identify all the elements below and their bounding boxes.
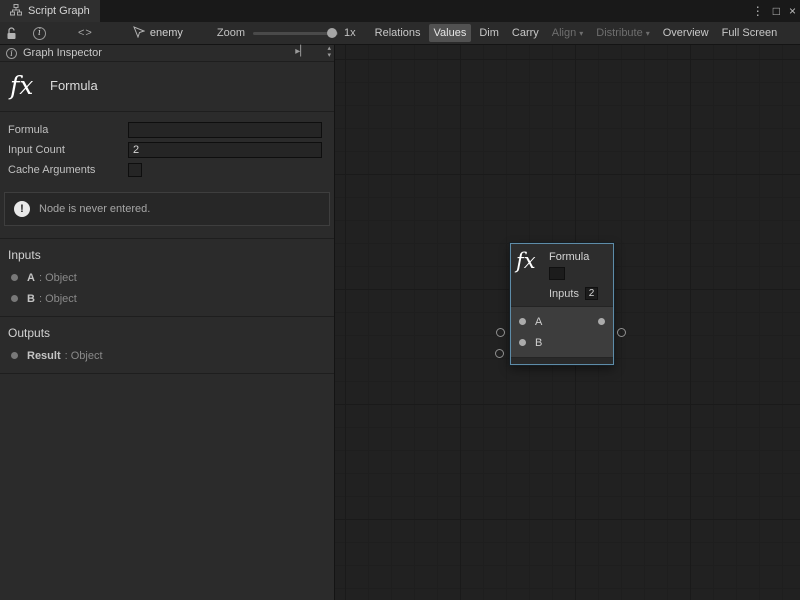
port-dot xyxy=(11,295,18,302)
input-port-row-a: A : Object xyxy=(0,267,334,288)
zoom-slider-track[interactable] xyxy=(253,32,338,35)
close-icon[interactable]: × xyxy=(789,4,796,18)
info-icon: i xyxy=(6,48,17,59)
node-formula-input[interactable] xyxy=(549,267,565,280)
lock-icon[interactable] xyxy=(6,27,17,40)
outputs-section: Outputs Result : Object xyxy=(0,316,334,374)
inspector-fields: Formula Input Count Cache Arguments xyxy=(0,112,334,184)
formula-field-row: Formula xyxy=(0,120,334,140)
port-dot xyxy=(11,352,18,359)
inspector-title: Graph Inspector xyxy=(23,47,102,59)
graph-target[interactable]: enemy xyxy=(133,26,183,41)
port-dot xyxy=(11,274,18,281)
port-type: : Object xyxy=(65,350,103,362)
unit-title-block: fx Formula xyxy=(0,62,334,112)
port-type: : Object xyxy=(39,293,77,305)
scroll-down-icon[interactable]: ▾ xyxy=(327,52,331,59)
dock-icon[interactable]: ▸▏ xyxy=(295,46,308,57)
overview-button[interactable]: Overview xyxy=(658,24,714,42)
zoom-slider-knob[interactable] xyxy=(327,28,337,38)
zoom-label: Zoom xyxy=(217,27,245,39)
port-name: Result xyxy=(27,350,61,362)
info-icon[interactable]: i xyxy=(33,27,46,40)
input-port-a-dot[interactable] xyxy=(519,318,526,325)
input-count-input[interactable] xyxy=(128,142,322,158)
node-ports: A B xyxy=(511,306,613,357)
outputs-section-header: Outputs xyxy=(0,322,334,345)
node-header: fx Formula Inputs 2 xyxy=(511,244,613,306)
node-port-row-b: B xyxy=(511,332,613,353)
warning-text: Node is never entered. xyxy=(39,203,150,215)
relations-button[interactable]: Relations xyxy=(370,24,426,42)
node-header-content: Formula Inputs 2 xyxy=(549,251,598,300)
port-a-label: A xyxy=(535,316,542,328)
node-fx-icon: fx xyxy=(516,251,549,300)
unit-name: Formula xyxy=(50,78,98,93)
toolbar-buttons: Relations Values Dim Carry Align▾ Distri… xyxy=(370,24,783,42)
target-gameobject-icon xyxy=(133,26,145,41)
formula-fx-icon: fx xyxy=(10,71,44,100)
dropdown-caret-icon: ▾ xyxy=(646,29,650,38)
distribute-button[interactable]: Distribute ▾ xyxy=(591,24,654,42)
input-count-label: Input Count xyxy=(0,144,128,156)
node-input-count-field[interactable]: 2 xyxy=(585,287,598,300)
formula-input[interactable] xyxy=(128,122,322,138)
align-button[interactable]: Align▾ xyxy=(547,24,588,42)
port-connector-b[interactable] xyxy=(495,349,504,358)
tab-bar: Script Graph ⋮ □ × xyxy=(0,0,800,22)
zoom-slider[interactable] xyxy=(253,27,338,39)
output-port-row-result: Result : Object xyxy=(0,345,334,366)
cache-arguments-row: Cache Arguments xyxy=(0,160,334,180)
inspector-header: i Graph Inspector ▸▏ ▴ ▾ xyxy=(0,45,334,62)
input-count-row: Input Count xyxy=(0,140,334,160)
cache-arguments-checkbox[interactable] xyxy=(128,163,142,177)
node-inputs-row: Inputs 2 xyxy=(549,287,598,300)
graph-canvas[interactable]: fx Formula Inputs 2 A xyxy=(335,45,800,600)
pane-scroll-control[interactable]: ▴ ▾ xyxy=(327,45,331,59)
code-icon[interactable]: <> xyxy=(78,27,93,39)
formula-field-label: Formula xyxy=(0,124,128,136)
tab-label: Script Graph xyxy=(28,5,90,17)
port-name: A xyxy=(27,272,35,284)
formula-node[interactable]: fx Formula Inputs 2 A xyxy=(510,243,614,365)
align-label: Align xyxy=(552,27,576,39)
scroll-up-icon[interactable]: ▴ xyxy=(327,45,331,52)
graph-toolbar: i <> enemy Zoom 1x Relations Values Dim … xyxy=(0,22,800,45)
tab-script-graph[interactable]: Script Graph xyxy=(0,0,100,22)
cache-arguments-label: Cache Arguments xyxy=(0,164,128,176)
inputs-section-header: Inputs xyxy=(0,244,334,267)
unity-window: Script Graph ⋮ □ × i <> enemy Zoom 1x Re… xyxy=(0,0,800,600)
full-screen-button[interactable]: Full Screen xyxy=(717,24,783,42)
values-button[interactable]: Values xyxy=(429,24,472,42)
zoom-value: 1x xyxy=(344,27,356,39)
window-menu-icon[interactable]: ⋮ xyxy=(752,4,764,18)
carry-button[interactable]: Carry xyxy=(507,24,544,42)
port-b-label: B xyxy=(535,337,542,349)
distribute-label: Distribute xyxy=(596,27,642,39)
input-port-b-dot[interactable] xyxy=(519,339,526,346)
port-connector-a[interactable] xyxy=(496,328,505,337)
port-name: B xyxy=(27,293,35,305)
target-name: enemy xyxy=(150,27,183,39)
graph-inspector-panel: i Graph Inspector ▸▏ ▴ ▾ fx Formula Form… xyxy=(0,45,335,600)
window-controls: ⋮ □ × xyxy=(752,0,796,22)
inputs-section: Inputs A : Object B : Object xyxy=(0,238,334,316)
port-connector-result[interactable] xyxy=(617,328,626,337)
maximize-icon[interactable]: □ xyxy=(773,4,780,18)
node-footer xyxy=(511,357,613,364)
script-graph-icon xyxy=(10,4,22,19)
input-port-row-b: B : Object xyxy=(0,288,334,309)
node-title: Formula xyxy=(549,251,598,263)
node-inputs-label: Inputs xyxy=(549,288,579,300)
dropdown-caret-icon: ▾ xyxy=(579,29,583,38)
port-type: : Object xyxy=(39,272,77,284)
warning-box: ! Node is never entered. xyxy=(4,192,330,226)
warning-icon: ! xyxy=(14,201,30,217)
dim-button[interactable]: Dim xyxy=(474,24,504,42)
result-port-dot[interactable] xyxy=(598,318,605,325)
node-port-row-a: A xyxy=(511,311,613,332)
